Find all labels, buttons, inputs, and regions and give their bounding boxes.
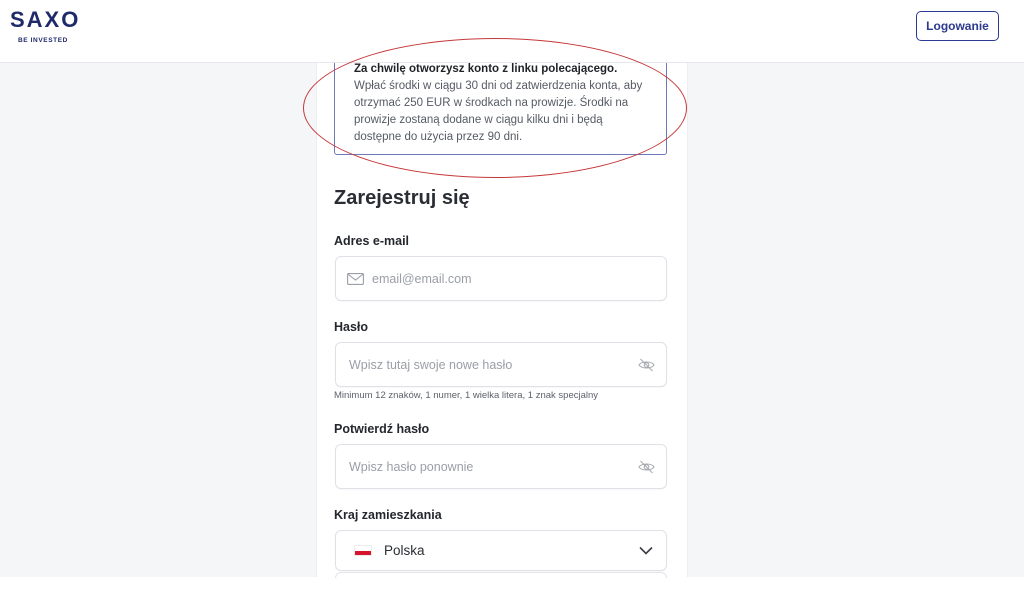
country-label: Kraj zamieszkania xyxy=(334,508,442,522)
password-label: Hasło xyxy=(334,320,369,334)
password-hint: Minimum 12 znaków, 1 numer, 1 wielka lit… xyxy=(334,390,599,401)
poland-flag-icon xyxy=(354,545,372,556)
password-input[interactable] xyxy=(349,343,632,386)
password-field[interactable] xyxy=(335,342,667,387)
page-title: Zarejestruj się xyxy=(334,187,470,209)
eye-off-icon[interactable] xyxy=(638,358,655,372)
bottom-strip xyxy=(0,577,1024,598)
referral-title: Za chwilę otworzysz konto z linku poleca… xyxy=(354,63,618,75)
eye-off-icon[interactable] xyxy=(638,460,655,474)
logo-tagline: BE INVESTED xyxy=(18,37,68,44)
referral-info-box: Za chwilę otworzysz konto z linku poleca… xyxy=(334,50,667,155)
chevron-down-icon[interactable] xyxy=(639,546,653,555)
logo-wordmark: SAXO xyxy=(10,7,81,32)
next-field-partial[interactable] xyxy=(335,572,667,578)
country-select[interactable]: Polska xyxy=(335,530,667,571)
confirm-password-field[interactable] xyxy=(335,444,667,489)
email-field[interactable] xyxy=(335,256,667,301)
top-header: SAXO BE INVESTED Logowanie xyxy=(0,0,1024,63)
login-button[interactable]: Logowanie xyxy=(916,11,999,41)
mail-icon xyxy=(347,272,364,285)
email-label: Adres e-mail xyxy=(334,234,410,248)
email-input[interactable] xyxy=(372,257,666,300)
referral-body: Wpłać środki w ciągu 30 dni od zatwierdz… xyxy=(354,80,643,143)
confirm-password-label: Potwierdź hasło xyxy=(334,422,430,436)
confirm-password-input[interactable] xyxy=(349,445,632,488)
country-selected-value: Polska xyxy=(384,543,425,558)
saxo-logo[interactable]: SAXO BE INVESTED xyxy=(10,7,90,45)
